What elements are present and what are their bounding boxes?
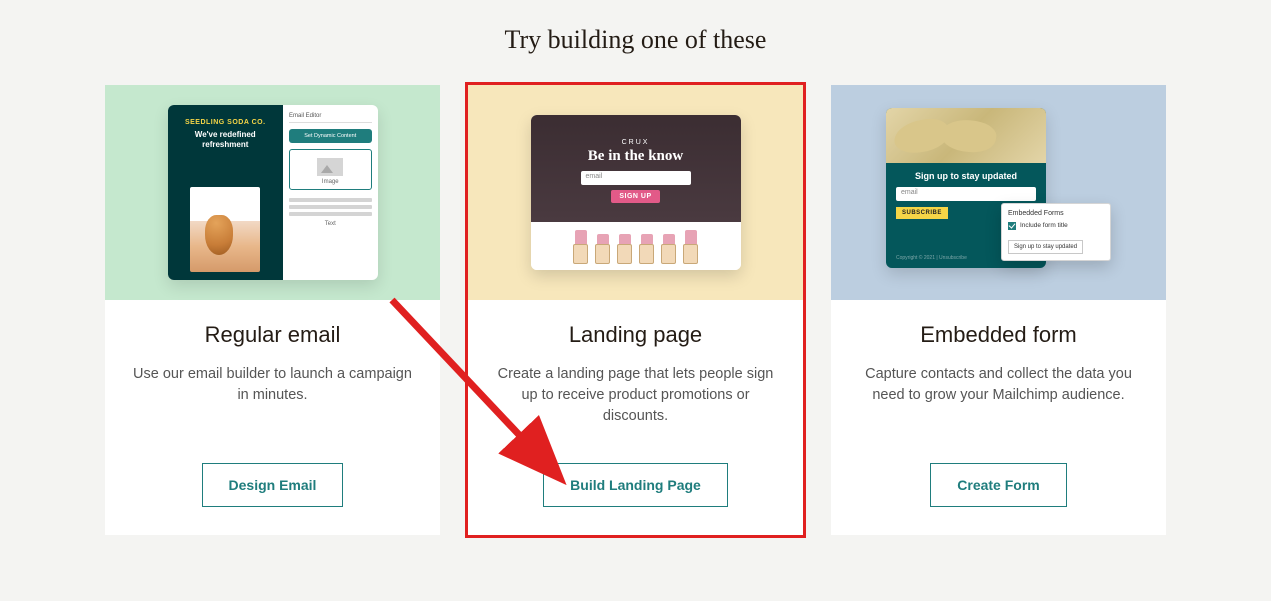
card-content: Embedded form Capture contacts and colle…: [831, 300, 1166, 535]
image-block-label: Image: [322, 179, 339, 185]
checkbox-icon: [1008, 222, 1016, 230]
card-regular-email: SEEDLING SODA CO. We've redefined refres…: [105, 85, 440, 535]
product-bottle: [661, 234, 677, 264]
embedded-form-mockup: Sign up to stay updated email SUBSCRIBE …: [886, 108, 1111, 278]
landing-hero: CRUX Be in the know email SIGN UP: [531, 115, 741, 222]
product-bottle: [595, 234, 611, 264]
card-description: Create a landing page that lets people s…: [496, 364, 775, 427]
product-bottle: [573, 230, 589, 264]
image-block: Image: [289, 149, 372, 190]
cards-row: SEEDLING SODA CO. We've redefined refres…: [0, 85, 1271, 535]
card-title: Regular email: [133, 322, 412, 348]
form-popup-option: Include form title: [1008, 222, 1104, 230]
landing-signup-button: SIGN UP: [611, 190, 659, 203]
email-sidebar: Email Editor Set Dynamic Content Image T…: [283, 105, 378, 280]
form-subscribe-button: SUBSCRIBE: [896, 207, 948, 219]
card-embedded-form: Sign up to stay updated email SUBSCRIBE …: [831, 85, 1166, 535]
text-block-label: Text: [289, 221, 372, 227]
card-landing-page: CRUX Be in the know email SIGN UP Landin…: [468, 85, 803, 535]
product-bottle: [639, 234, 655, 264]
email-editor-mockup: SEEDLING SODA CO. We've redefined refres…: [168, 105, 378, 280]
illustration-email: SEEDLING SODA CO. We've redefined refres…: [105, 85, 440, 300]
product-bottle: [683, 230, 699, 264]
text-block: Text: [289, 198, 372, 227]
set-dynamic-content-button: Set Dynamic Content: [289, 129, 372, 143]
landing-heading: Be in the know: [588, 148, 683, 165]
landing-email-input: email: [581, 171, 691, 185]
form-settings-popup: Embedded Forms Include form title Sign u…: [1001, 203, 1111, 261]
build-landing-page-button[interactable]: Build Landing Page: [543, 463, 728, 507]
card-content: Landing page Create a landing page that …: [468, 300, 803, 535]
page-title: Try building one of these: [0, 0, 1271, 85]
illustration-landing: CRUX Be in the know email SIGN UP: [468, 85, 803, 300]
landing-products: [531, 222, 741, 270]
card-title: Embedded form: [859, 322, 1138, 348]
landing-page-mockup: CRUX Be in the know email SIGN UP: [531, 115, 741, 270]
card-title: Landing page: [496, 322, 775, 348]
card-content: Regular email Use our email builder to l…: [105, 300, 440, 535]
form-popup-option-label: Include form title: [1020, 222, 1068, 229]
create-form-button[interactable]: Create Form: [930, 463, 1066, 507]
card-description: Capture contacts and collect the data yo…: [859, 364, 1138, 406]
card-description: Use our email builder to launch a campai…: [133, 364, 412, 406]
email-editor-label: Email Editor: [289, 111, 372, 123]
product-bottle: [617, 234, 633, 264]
form-popup-title: Embedded Forms: [1008, 210, 1104, 217]
landing-brand: CRUX: [622, 139, 650, 146]
form-photo: [886, 108, 1046, 163]
email-preview-pane: SEEDLING SODA CO. We've redefined refres…: [168, 105, 284, 280]
email-brand: SEEDLING SODA CO.: [185, 119, 266, 126]
email-photo: [190, 187, 260, 272]
form-heading: Sign up to stay updated: [915, 171, 1017, 181]
design-email-button[interactable]: Design Email: [202, 463, 344, 507]
form-email-input: email: [896, 187, 1036, 201]
form-popup-button: Sign up to stay updated: [1008, 240, 1083, 254]
image-placeholder-icon: [317, 158, 343, 176]
form-footer: Copyright © 2021 | Unsubscribe: [896, 252, 967, 264]
illustration-form: Sign up to stay updated email SUBSCRIBE …: [831, 85, 1166, 300]
email-tagline: We've redefined refreshment: [176, 130, 276, 149]
